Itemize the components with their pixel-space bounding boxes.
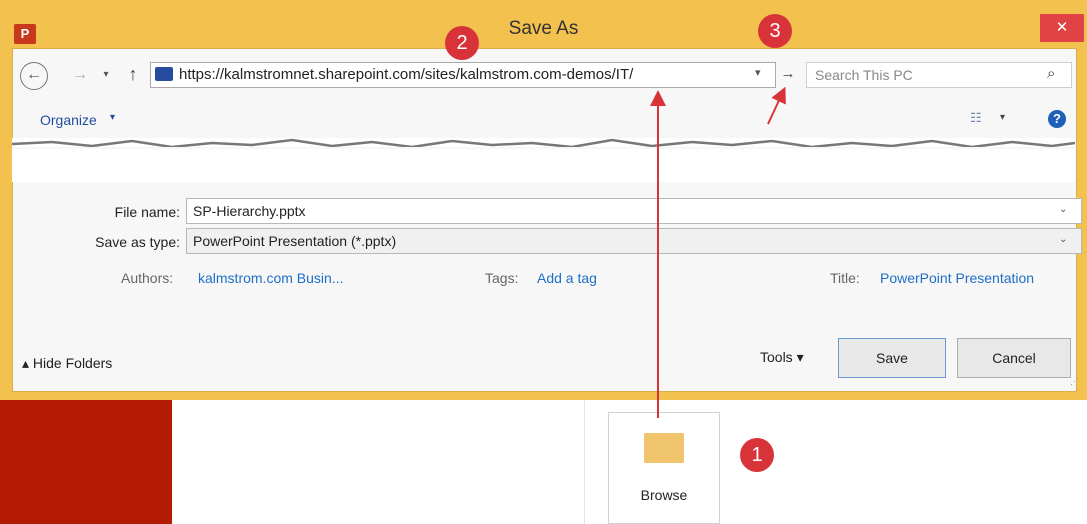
authors-link[interactable]: kalmstrom.com Busin... xyxy=(198,270,343,286)
authors-label: Authors: xyxy=(121,270,174,286)
browse-label: Browse xyxy=(640,487,688,503)
step-badge-2: 2 xyxy=(445,26,479,60)
up-arrow-icon[interactable]: ↑ xyxy=(124,62,142,86)
tags-label: Tags: xyxy=(485,270,519,286)
cancel-button[interactable]: Cancel xyxy=(957,338,1071,378)
hide-folders-button[interactable]: ▴ Hide Folders xyxy=(22,355,112,372)
redacted-area xyxy=(11,138,1076,182)
browse-button[interactable]: Browse xyxy=(608,412,720,524)
file-name-label: File name: xyxy=(114,204,180,220)
address-bar[interactable]: https://kalmstromnet.sharepoint.com/site… xyxy=(150,62,776,88)
backstage-divider xyxy=(584,400,585,524)
title-link[interactable]: PowerPoint Presentation xyxy=(880,270,1034,286)
add-tag-link[interactable]: Add a tag xyxy=(537,270,597,286)
sharepoint-site-icon xyxy=(155,67,173,81)
help-icon[interactable]: ? xyxy=(1048,110,1066,128)
search-input[interactable]: Search This PC ⌕ xyxy=(806,62,1072,88)
file-name-input[interactable]: SP-Hierarchy.pptx ⌄ xyxy=(186,198,1082,224)
close-button[interactable]: ✕ xyxy=(1040,14,1084,42)
save-as-type-value: PowerPoint Presentation (*.pptx) xyxy=(193,233,397,249)
search-placeholder: Search This PC xyxy=(815,67,913,83)
save-button[interactable]: Save xyxy=(838,338,946,378)
recent-locations-chevron-icon[interactable]: ▾ xyxy=(98,66,114,84)
forward-arrow-icon[interactable]: → xyxy=(70,64,90,86)
tools-menu-button[interactable]: Tools ▾ xyxy=(760,349,804,366)
back-arrow-icon[interactable]: ← xyxy=(20,62,48,90)
dialog-title: Save As xyxy=(508,18,579,39)
chevron-down-icon[interactable]: ⌄ xyxy=(1059,234,1067,245)
folder-icon xyxy=(644,433,684,463)
organize-menu-button[interactable]: Organize xyxy=(40,112,97,128)
address-dropdown-chevron-icon[interactable]: ▾ xyxy=(755,66,761,79)
chevron-down-icon: ▾ xyxy=(110,112,116,123)
save-as-type-label: Save as type: xyxy=(95,234,180,250)
save-as-type-select[interactable]: PowerPoint Presentation (*.pptx) ⌄ xyxy=(186,228,1082,254)
go-arrow-icon[interactable]: → xyxy=(778,62,798,86)
step-badge-3: 3 xyxy=(758,14,792,48)
address-text: https://kalmstromnet.sharepoint.com/site… xyxy=(179,66,634,83)
chevron-down-icon[interactable]: ⌄ xyxy=(1059,204,1067,215)
title-label: Title: xyxy=(830,270,860,286)
step-badge-1: 1 xyxy=(740,438,774,472)
file-name-value: SP-Hierarchy.pptx xyxy=(193,203,306,219)
view-options-chevron-icon[interactable]: ▾ xyxy=(1000,112,1005,123)
change-view-icon[interactable]: ☷ xyxy=(970,110,988,126)
backstage-sidebar xyxy=(0,400,172,524)
torn-edge-decoration xyxy=(11,138,1076,149)
resize-grip-icon[interactable]: ⋰ xyxy=(1070,376,1079,387)
search-icon[interactable]: ⌕ xyxy=(1047,65,1055,82)
